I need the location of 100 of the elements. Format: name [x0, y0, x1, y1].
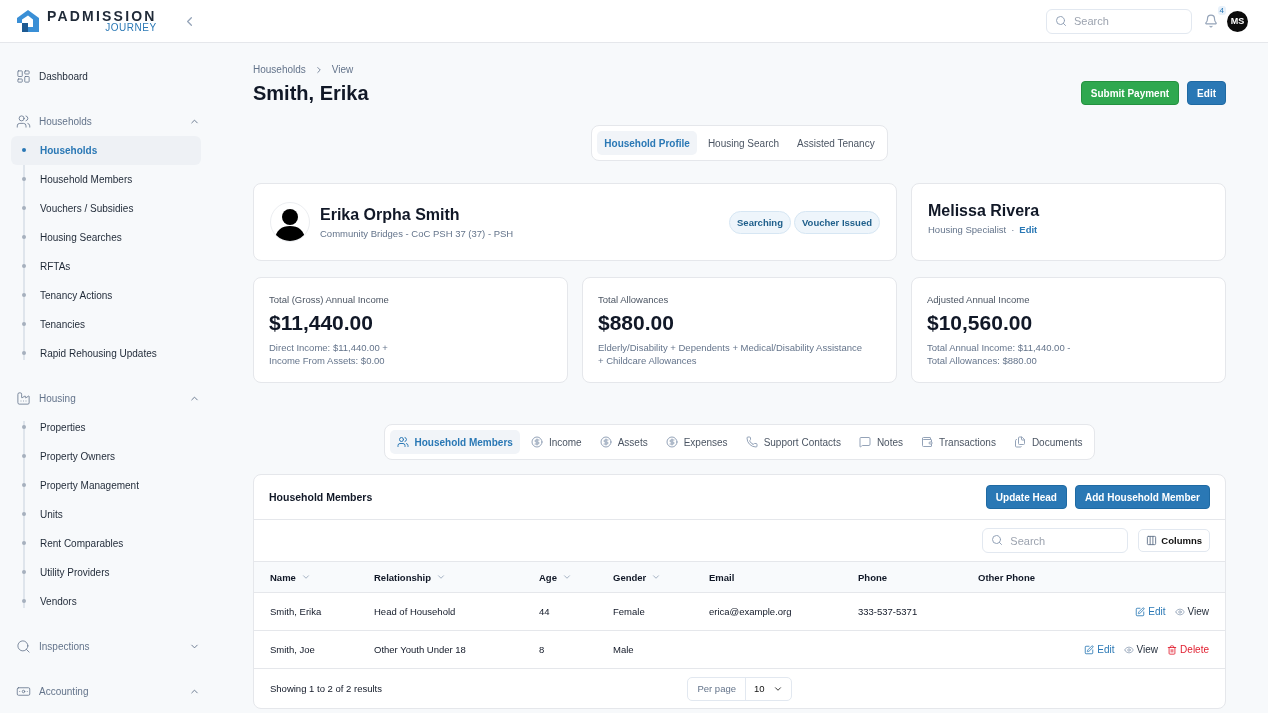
- table-cell-text: 8: [539, 644, 546, 655]
- column-header[interactable]: Relationship: [374, 571, 539, 583]
- per-page-label: Per page: [688, 677, 746, 700]
- column-header[interactable]: Age: [539, 571, 613, 583]
- table-cell-text: Other Youth Under 18: [374, 644, 467, 655]
- stat-note: Direct Income: $11,440.00 + Income From Assets: $0.00: [269, 341, 389, 367]
- stat-label: Total (Gross) Annual Income: [269, 294, 390, 305]
- sidebar-group[interactable]: Inspections: [11, 632, 210, 661]
- sidebar-item[interactable]: Household Members: [11, 165, 201, 194]
- dollar-icon: [665, 436, 678, 448]
- users-icon: [16, 114, 31, 129]
- column-header: Email: [709, 571, 736, 583]
- table-cell-text: Male: [613, 644, 635, 655]
- eye-icon: [1174, 606, 1185, 617]
- breadcrumb-link[interactable]: Households: [253, 64, 306, 75]
- per-page-control[interactable]: Per page 10: [687, 676, 792, 701]
- sidebar-item[interactable]: Property Management: [11, 471, 201, 500]
- sidebar-item[interactable]: Rent Comparables: [11, 529, 201, 558]
- table-cell-text: 44: [539, 606, 551, 617]
- breadcrumb-link[interactable]: View: [331, 64, 354, 75]
- add-member-button[interactable]: Add Household Member: [1075, 485, 1210, 509]
- sidebar-item[interactable]: Vendors: [11, 587, 201, 616]
- columns-button[interactable]: Columns: [1138, 529, 1210, 552]
- sidebar-group[interactable]: Accounting: [11, 677, 210, 706]
- section-tab[interactable]: Documents: [1006, 430, 1090, 454]
- table-cell-text: 333-537-5371: [858, 606, 919, 617]
- action-label: Edit: [1097, 644, 1115, 655]
- results-summary: Showing 1 to 2 of 2 results: [270, 683, 383, 694]
- sidebar-group[interactable]: Dashboard: [11, 62, 210, 91]
- per-page-value: 10: [754, 683, 765, 694]
- profile-tab[interactable]: Assisted Tenancy: [790, 131, 882, 155]
- stat-value: $880.00: [598, 311, 675, 335]
- stat-note: Total Annual Income: $11,440.00 - Total Allowances: $880.00: [927, 341, 1072, 367]
- section-tab[interactable]: Notes: [851, 430, 910, 454]
- sidebar-item[interactable]: Utility Providers: [11, 558, 201, 587]
- specialist-role: Housing Specialist: [928, 224, 1007, 235]
- view-link[interactable]: View: [1174, 606, 1209, 617]
- sidebar-item[interactable]: Vouchers / Subsidies: [11, 194, 201, 223]
- view-link[interactable]: View: [1123, 644, 1159, 655]
- card-title: Household Members: [269, 491, 374, 503]
- sidebar-item[interactable]: RFTAs: [11, 252, 201, 281]
- table-cell-text: Female: [613, 606, 646, 617]
- sidebar-group[interactable]: Housing: [11, 384, 210, 413]
- edit-link[interactable]: Edit: [1135, 606, 1166, 617]
- section-tab[interactable]: Income: [523, 430, 589, 454]
- search-field[interactable]: Search: [1046, 8, 1192, 34]
- edit-button[interactable]: Edit: [1187, 81, 1226, 105]
- bell-icon: [1204, 14, 1218, 28]
- update-head-button[interactable]: Update Head: [985, 485, 1067, 509]
- pencil-icon: [1135, 606, 1146, 617]
- pencil-icon: [1084, 644, 1095, 655]
- table-cell-text: Head of Household: [374, 606, 457, 617]
- sidebar-item[interactable]: Households: [11, 136, 201, 165]
- edit-link[interactable]: Edit: [1084, 644, 1115, 655]
- action-label: View: [1136, 644, 1159, 655]
- notification-count: 4: [1217, 6, 1226, 15]
- table-search-field[interactable]: Search: [982, 528, 1129, 553]
- section-tab[interactable]: Assets: [592, 430, 655, 454]
- sidebar-item[interactable]: Rapid Rehousing Updates: [11, 339, 201, 368]
- section-tab[interactable]: Expenses: [658, 430, 735, 454]
- house-logo-icon: [16, 9, 40, 33]
- delete-link[interactable]: Delete: [1167, 644, 1209, 655]
- files-icon: [1013, 436, 1026, 448]
- table-cell-text: Smith, Joe: [270, 644, 316, 655]
- notifications-button[interactable]: [1204, 14, 1218, 28]
- section-tab[interactable]: Transactions: [914, 430, 1003, 454]
- status-badge: Searching: [729, 210, 791, 234]
- edit-link[interactable]: Edit: [1019, 224, 1038, 235]
- wallet-icon: [921, 436, 933, 448]
- stat-label: Adjusted Annual Income: [927, 294, 1031, 305]
- action-label: Delete: [1180, 644, 1209, 655]
- section-tab[interactable]: Household Members: [389, 430, 520, 454]
- column-header: Phone: [858, 571, 889, 583]
- specialist-name: Melissa Rivera: [928, 202, 1041, 220]
- sidebar-item[interactable]: Properties: [11, 413, 201, 442]
- column-header: Other Phone: [978, 571, 1036, 583]
- dollar-icon: [599, 436, 612, 448]
- table-cell-text: Smith, Erika: [270, 606, 323, 617]
- sidebar-item[interactable]: Tenancy Actions: [11, 281, 201, 310]
- columns-icon: [1146, 535, 1158, 546]
- column-header[interactable]: Name: [270, 571, 374, 583]
- sort-chevron-icon: [561, 572, 572, 582]
- search-icon: [991, 534, 1004, 546]
- profile-tab[interactable]: Household Profile: [597, 131, 697, 155]
- sidebar-group[interactable]: Households: [11, 107, 210, 136]
- sidebar-item[interactable]: Property Owners: [11, 442, 201, 471]
- action-label: Edit: [1148, 606, 1166, 617]
- section-tab[interactable]: Support Contacts: [738, 430, 848, 454]
- sidebar-item[interactable]: Housing Searches: [11, 223, 201, 252]
- user-avatar[interactable]: MS: [1227, 10, 1248, 32]
- per-page-select[interactable]: 10: [746, 683, 791, 694]
- sidebar-item[interactable]: Tenancies: [11, 310, 201, 339]
- profile-tab[interactable]: Housing Search: [700, 131, 787, 155]
- column-header[interactable]: Gender: [613, 571, 709, 583]
- table-cell-text: erica@example.org: [709, 606, 793, 617]
- sort-chevron-icon: [436, 572, 446, 582]
- stat-value: $10,560.00: [927, 311, 1034, 335]
- sidebar-item[interactable]: Units: [11, 500, 201, 529]
- status-badge: Voucher Issued: [793, 210, 880, 234]
- person-program: Community Bridges - CoC PSH 37 (37) - PSH: [320, 227, 514, 239]
